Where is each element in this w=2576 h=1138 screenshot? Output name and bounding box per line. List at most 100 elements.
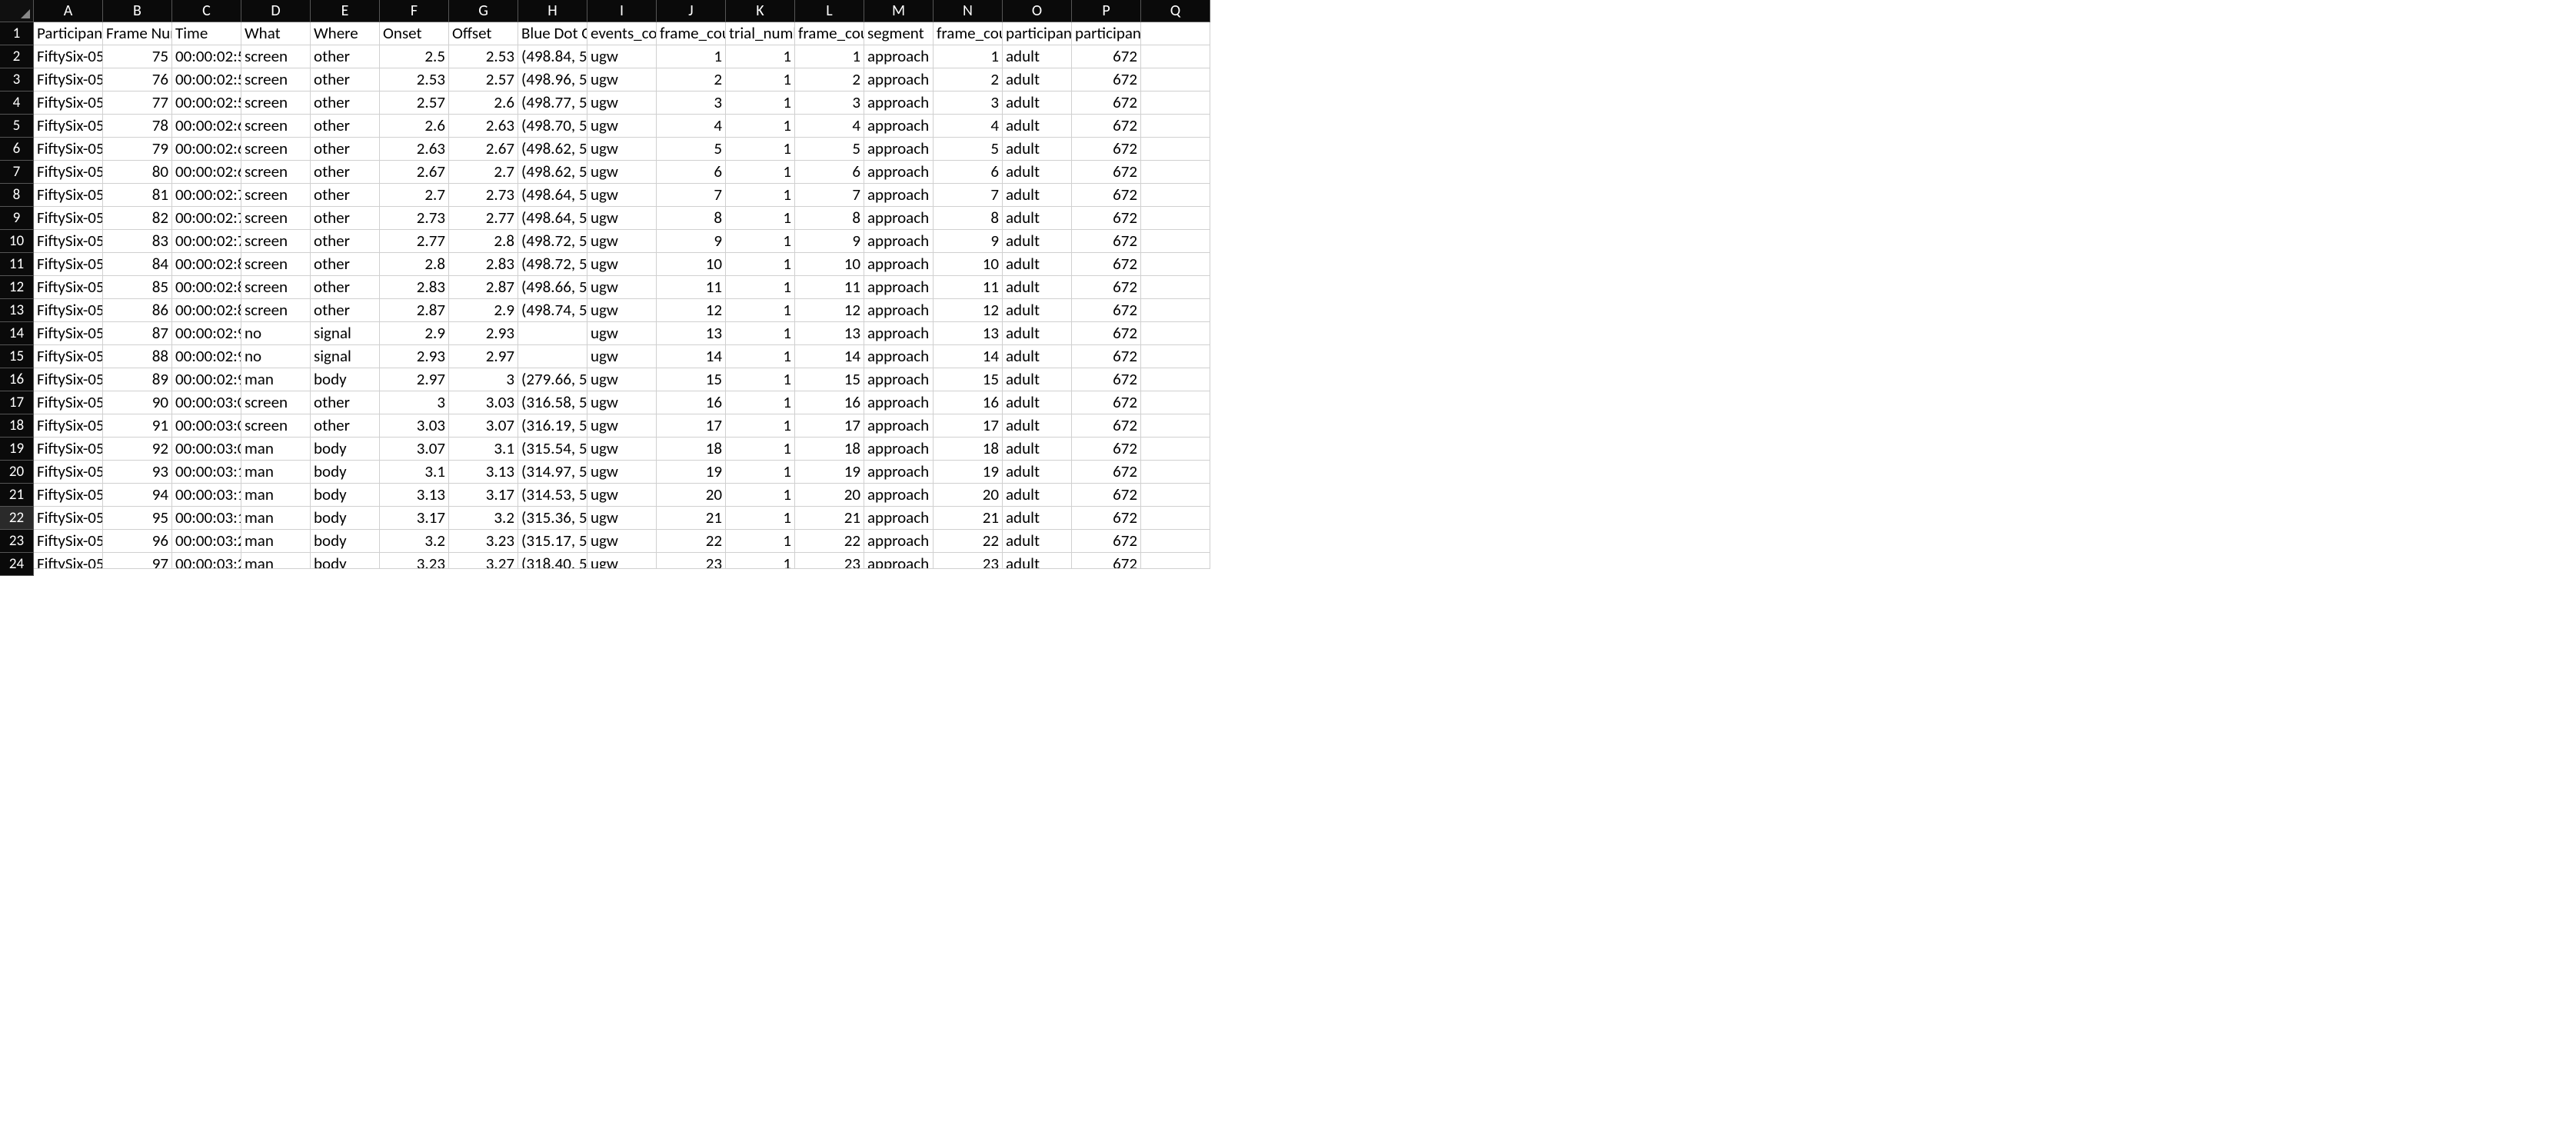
cell-N19[interactable]: 18 [934,438,1003,461]
cell-M17[interactable]: approach [864,391,934,414]
cell-E17[interactable]: other [311,391,380,414]
cell-E6[interactable]: other [311,138,380,161]
cell-K12[interactable]: 1 [726,276,795,299]
cell-C18[interactable]: 00:00:03:0 [172,414,241,438]
cell-L21[interactable]: 20 [795,484,864,507]
cell-N15[interactable]: 14 [934,345,1003,368]
cell-A24[interactable]: FiftySix-05 [34,553,103,569]
column-header-D[interactable]: D [241,0,311,22]
cell-G10[interactable]: 2.8 [449,230,518,253]
cell-I12[interactable]: ugw [587,276,657,299]
cell-F9[interactable]: 2.73 [380,207,449,230]
cell-E2[interactable]: other [311,45,380,68]
cell-K7[interactable]: 1 [726,161,795,184]
cell-D20[interactable]: man [241,461,311,484]
cell-O7[interactable]: adult [1003,161,1072,184]
cell-D14[interactable]: no [241,322,311,345]
row-header-18[interactable]: 18 [0,414,34,438]
cell-L24[interactable]: 23 [795,553,864,569]
cell-D8[interactable]: screen [241,184,311,207]
cell-B22[interactable]: 95 [103,507,172,530]
header-cell-O[interactable]: participant [1003,22,1072,45]
cell-O16[interactable]: adult [1003,368,1072,391]
header-cell-D[interactable]: What [241,22,311,45]
row-header-7[interactable]: 7 [0,161,34,184]
cell-H7[interactable]: (498.62, 50 [518,161,587,184]
cell-N10[interactable]: 9 [934,230,1003,253]
cell-C11[interactable]: 00:00:02:8 [172,253,241,276]
cell-P4[interactable]: 672 [1072,92,1141,115]
cell-O8[interactable]: adult [1003,184,1072,207]
cell-D4[interactable]: screen [241,92,311,115]
cell-H21[interactable]: (314.53, 54 [518,484,587,507]
cell-G22[interactable]: 3.2 [449,507,518,530]
cell-F6[interactable]: 2.63 [380,138,449,161]
cell-Q11[interactable] [1141,253,1210,276]
cell-D11[interactable]: screen [241,253,311,276]
cell-H12[interactable]: (498.66, 50 [518,276,587,299]
cell-M20[interactable]: approach [864,461,934,484]
cell-A3[interactable]: FiftySix-05 [34,68,103,92]
cell-B19[interactable]: 92 [103,438,172,461]
column-header-O[interactable]: O [1003,0,1072,22]
cell-P15[interactable]: 672 [1072,345,1141,368]
cell-M11[interactable]: approach [864,253,934,276]
cell-H17[interactable]: (316.58, 54 [518,391,587,414]
cell-K14[interactable]: 1 [726,322,795,345]
header-cell-E[interactable]: Where [311,22,380,45]
cell-F21[interactable]: 3.13 [380,484,449,507]
cell-B17[interactable]: 90 [103,391,172,414]
row-header-14[interactable]: 14 [0,322,34,345]
cell-H6[interactable]: (498.62, 50 [518,138,587,161]
cell-G16[interactable]: 3 [449,368,518,391]
cell-H19[interactable]: (315.54, 54 [518,438,587,461]
cell-D12[interactable]: screen [241,276,311,299]
cell-Q6[interactable] [1141,138,1210,161]
cell-F18[interactable]: 3.03 [380,414,449,438]
cell-Q7[interactable] [1141,161,1210,184]
cell-J3[interactable]: 2 [657,68,726,92]
cell-I24[interactable]: ugw [587,553,657,569]
row-header-15[interactable]: 15 [0,345,34,368]
cell-Q23[interactable] [1141,530,1210,553]
cell-B3[interactable]: 76 [103,68,172,92]
cell-K21[interactable]: 1 [726,484,795,507]
cell-C7[interactable]: 00:00:02:6 [172,161,241,184]
cell-C9[interactable]: 00:00:02:7 [172,207,241,230]
cell-E21[interactable]: body [311,484,380,507]
cell-P8[interactable]: 672 [1072,184,1141,207]
cell-A21[interactable]: FiftySix-05 [34,484,103,507]
cell-E15[interactable]: signal [311,345,380,368]
cell-C2[interactable]: 00:00:02:5 [172,45,241,68]
cell-K13[interactable]: 1 [726,299,795,322]
cell-L15[interactable]: 14 [795,345,864,368]
cell-J22[interactable]: 21 [657,507,726,530]
cell-Q16[interactable] [1141,368,1210,391]
cell-A17[interactable]: FiftySix-05 [34,391,103,414]
cell-L22[interactable]: 21 [795,507,864,530]
cell-C13[interactable]: 00:00:02:8 [172,299,241,322]
cell-F22[interactable]: 3.17 [380,507,449,530]
cell-J24[interactable]: 23 [657,553,726,569]
cell-H2[interactable]: (498.84, 50 [518,45,587,68]
cell-L3[interactable]: 2 [795,68,864,92]
cell-H18[interactable]: (316.19, 54 [518,414,587,438]
row-header-17[interactable]: 17 [0,391,34,414]
cell-B11[interactable]: 84 [103,253,172,276]
cell-H24[interactable]: (318.40, 55 [518,553,587,569]
cell-M21[interactable]: approach [864,484,934,507]
cell-N9[interactable]: 8 [934,207,1003,230]
cell-A8[interactable]: FiftySix-05 [34,184,103,207]
cell-K23[interactable]: 1 [726,530,795,553]
cell-O19[interactable]: adult [1003,438,1072,461]
cell-K16[interactable]: 1 [726,368,795,391]
cell-E12[interactable]: other [311,276,380,299]
cell-F16[interactable]: 2.97 [380,368,449,391]
cell-L16[interactable]: 15 [795,368,864,391]
cell-Q8[interactable] [1141,184,1210,207]
cell-K22[interactable]: 1 [726,507,795,530]
cell-O9[interactable]: adult [1003,207,1072,230]
cell-H22[interactable]: (315.36, 54 [518,507,587,530]
column-header-K[interactable]: K [726,0,795,22]
cell-O24[interactable]: adult [1003,553,1072,569]
